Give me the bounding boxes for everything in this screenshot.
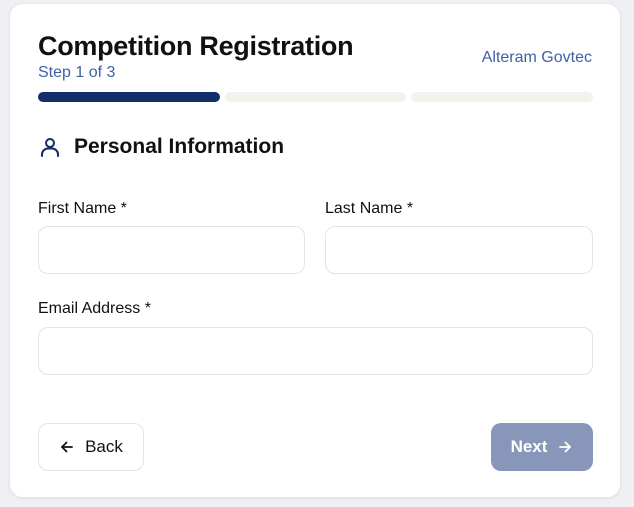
registration-card: Competition Registration Step 1 of 3 Alt… [9,3,621,498]
first-name-label: First Name * [38,200,127,217]
section-title: Personal Information [74,135,285,158]
progress-segment-1 [38,92,220,102]
next-button-label: Next [510,437,548,456]
arrow-left-icon [59,439,75,455]
step-indicator: Step 1 of 3 [38,64,116,81]
user-icon [38,135,62,159]
next-button[interactable]: Next [491,423,593,471]
email-input[interactable] [38,327,593,375]
section-header: Personal Information [38,135,284,159]
back-button[interactable]: Back [38,423,144,471]
email-label: Email Address * [38,300,151,317]
last-name-label: Last Name * [325,200,414,217]
progress-segment-2 [224,92,407,102]
first-name-input[interactable] [38,226,305,274]
progress-segment-3 [411,92,594,102]
progress-bar [38,92,594,102]
last-name-input[interactable] [325,226,593,274]
page-title: Competition Registration [38,31,354,61]
arrow-right-icon [557,439,573,455]
back-button-label: Back [85,437,123,456]
brand-name: Alteram Govtec [481,49,592,66]
